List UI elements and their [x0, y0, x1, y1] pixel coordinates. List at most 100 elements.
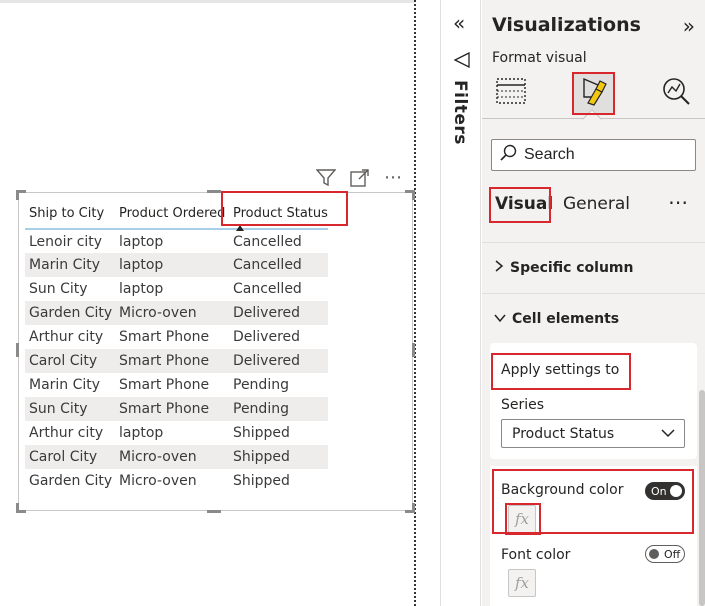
cell-product-ordered: Micro-oven: [119, 473, 197, 489]
cell-product-ordered: Micro-oven: [115, 301, 229, 325]
resize-handle-right[interactable]: [412, 343, 415, 357]
background-color-toggle[interactable]: On: [645, 482, 685, 500]
chevron-right-icon: [494, 260, 504, 276]
cell-ship-to-city: Marin City: [25, 253, 115, 277]
more-options-icon[interactable]: ⋯: [384, 167, 403, 188]
cell-product-status: Cancelled: [233, 281, 302, 297]
cell-ship-to-city: Arthur city: [29, 329, 104, 345]
table-row[interactable]: Garden City Micro-oven Shipped: [25, 469, 328, 493]
cell-product-status: Delivered: [229, 301, 328, 325]
table-body: Lenoir city laptop Cancelled Marin City lapt…: [25, 229, 328, 493]
cell-product-status: Shipped: [233, 425, 290, 441]
format-visual-button[interactable]: [573, 72, 615, 114]
section-label: Cell elements: [512, 311, 620, 327]
table-row[interactable]: Marin City Smart Phone Pending: [25, 373, 328, 397]
chevron-down-icon: [661, 426, 675, 442]
table-row[interactable]: Lenoir city laptop Cancelled: [25, 229, 328, 253]
table-row[interactable]: Sun City laptop Cancelled: [25, 277, 328, 301]
toggle-knob: [670, 485, 682, 497]
resize-handle-top-right-v[interactable]: [412, 190, 415, 200]
table-row[interactable]: Carol City Smart Phone Delivered: [25, 349, 328, 373]
cell-ship-to-city: Carol City: [25, 349, 115, 373]
page-boundary: [414, 0, 416, 606]
collapse-filters-icon[interactable]: «: [453, 11, 465, 35]
cell-product-ordered: Smart Phone: [119, 329, 210, 345]
section-label: Specific column: [510, 260, 634, 276]
chevron-down-icon: [494, 311, 506, 327]
section-cell-elements[interactable]: Cell elements: [494, 311, 619, 327]
cell-ship-to-city: Garden City: [29, 473, 113, 489]
format-paintbrush-icon: [578, 75, 610, 111]
table-row[interactable]: Arthur city Smart Phone Delivered: [25, 325, 328, 349]
table-visual[interactable]: Ship to City Product Ordered Product Sta…: [16, 190, 415, 513]
resize-handle-top-left-v[interactable]: [16, 190, 19, 200]
cell-ship-to-city: Marin City: [29, 377, 101, 393]
analytics-magnifier-icon: [660, 75, 692, 111]
table-row[interactable]: Marin City laptop Cancelled: [25, 253, 328, 277]
visual-header: ⋯: [316, 167, 403, 188]
background-color-label: Background color: [501, 482, 624, 498]
table-header-row: Ship to City Product Ordered Product Sta…: [25, 199, 328, 231]
table-row[interactable]: Sun City Smart Phone Pending: [25, 397, 328, 421]
sort-ascending-icon: [236, 225, 244, 231]
cell-ship-to-city: Sun City: [29, 281, 88, 297]
font-color-fx-button[interactable]: fx: [508, 569, 536, 597]
focus-mode-icon[interactable]: [350, 168, 370, 187]
series-label: Series: [501, 397, 545, 413]
pane-title: Visualizations: [492, 14, 641, 36]
cell-product-ordered: laptop: [119, 233, 164, 250]
column-header-product-status[interactable]: Product Status: [229, 199, 328, 231]
expand-pane-icon[interactable]: »: [683, 14, 695, 38]
resize-handle-top[interactable]: [207, 190, 221, 193]
cell-ship-to-city: Arthur city: [29, 425, 104, 441]
resize-handle-bottom-right-v[interactable]: [412, 503, 415, 513]
cell-ship-to-city: Carol City: [25, 445, 115, 469]
table-row[interactable]: Garden City Micro-oven Delivered: [25, 301, 328, 325]
tab-visual[interactable]: Visual: [495, 194, 553, 214]
section-divider: [482, 242, 705, 243]
cell-ship-to-city: Garden City: [25, 301, 115, 325]
cell-product-status: Pending: [233, 377, 289, 393]
resize-handle-bottom-left-v[interactable]: [16, 503, 19, 513]
cell-product-status: Cancelled: [229, 253, 328, 277]
tab-more-options[interactable]: ⋯: [668, 190, 689, 214]
toggle-label: On: [651, 484, 667, 498]
resize-handle-bottom[interactable]: [207, 510, 221, 513]
pane-scrollbar[interactable]: [699, 390, 705, 606]
cell-product-ordered: Micro-oven: [115, 445, 229, 469]
section-divider: [482, 293, 705, 294]
data-table: Ship to City Product Ordered Product Sta…: [25, 199, 328, 493]
series-dropdown[interactable]: Product Status: [501, 419, 685, 448]
table-row[interactable]: Carol City Micro-oven Shipped: [25, 445, 328, 469]
cell-product-status: Shipped: [229, 445, 328, 469]
resize-handle-left[interactable]: [16, 343, 19, 357]
filter-funnel-icon: [453, 51, 470, 72]
font-color-label: Font color: [501, 547, 571, 563]
column-header-ship-to-city[interactable]: Ship to City: [25, 199, 115, 230]
search-icon: [500, 144, 518, 166]
table-grid-icon: [495, 75, 527, 111]
cell-product-ordered: Smart Phone: [119, 377, 210, 393]
visualizations-pane: Visualizations » Format visual Search Vi…: [482, 0, 705, 606]
table-row[interactable]: Arthur city laptop Shipped: [25, 421, 328, 445]
cell-product-status: Delivered: [233, 329, 301, 345]
toggle-label: Off: [664, 547, 681, 561]
column-header-label: Product Status: [233, 206, 328, 221]
analytics-button[interactable]: [655, 72, 697, 114]
tab-general[interactable]: General: [563, 194, 630, 214]
filter-icon[interactable]: [316, 168, 336, 187]
column-header-product-ordered[interactable]: Product Ordered: [115, 199, 229, 230]
build-visual-button[interactable]: [490, 72, 532, 114]
background-color-fx-button[interactable]: fx: [508, 505, 536, 533]
section-specific-column[interactable]: Specific column: [494, 260, 633, 276]
format-tabs: Visual General ⋯: [482, 186, 705, 226]
format-visual-label: Format visual: [492, 50, 587, 66]
font-color-toggle[interactable]: Off: [645, 545, 685, 563]
cell-product-status: Shipped: [233, 473, 290, 489]
filters-pane: « Filters: [440, 0, 481, 606]
search-box[interactable]: [491, 139, 696, 171]
cell-product-ordered: laptop: [115, 253, 229, 277]
apply-settings-label: Apply settings to: [501, 362, 620, 378]
search-input[interactable]: [524, 146, 684, 164]
filters-label[interactable]: Filters: [450, 80, 470, 145]
